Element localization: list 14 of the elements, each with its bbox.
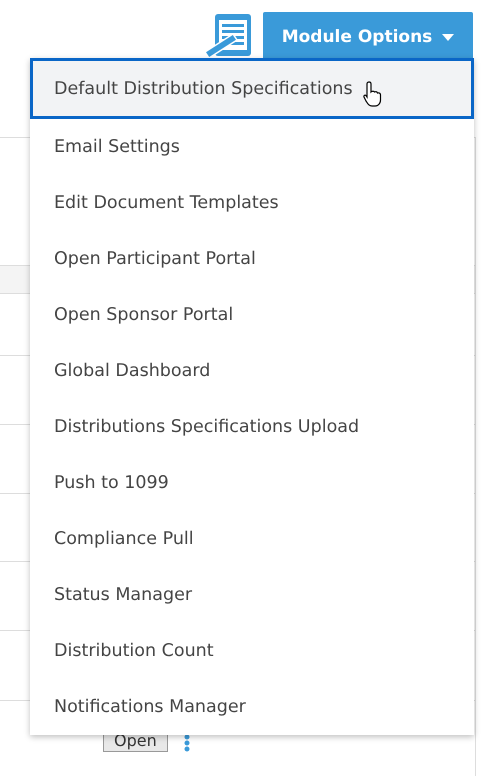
hand-cursor-icon (362, 80, 383, 106)
menu-item[interactable]: Compliance Pull (30, 511, 474, 567)
caret-icon (442, 34, 454, 40)
more-options-icon[interactable] (184, 734, 190, 752)
menu-item[interactable]: Default Distribution Specifications (30, 58, 474, 119)
menu-item[interactable]: Open Participant Portal (30, 231, 474, 287)
menu-item[interactable]: Status Manager (30, 567, 474, 623)
menu-item[interactable]: Open Sponsor Portal (30, 287, 474, 343)
menu-item[interactable]: Distribution Count (30, 623, 474, 679)
menu-item[interactable]: Email Settings (30, 119, 474, 175)
menu-item[interactable]: Distributions Specifications Upload (30, 399, 474, 455)
menu-item[interactable]: Global Dashboard (30, 343, 474, 399)
menu-item[interactable]: Edit Document Templates (30, 175, 474, 231)
menu-item[interactable]: Push to 1099 (30, 455, 474, 511)
